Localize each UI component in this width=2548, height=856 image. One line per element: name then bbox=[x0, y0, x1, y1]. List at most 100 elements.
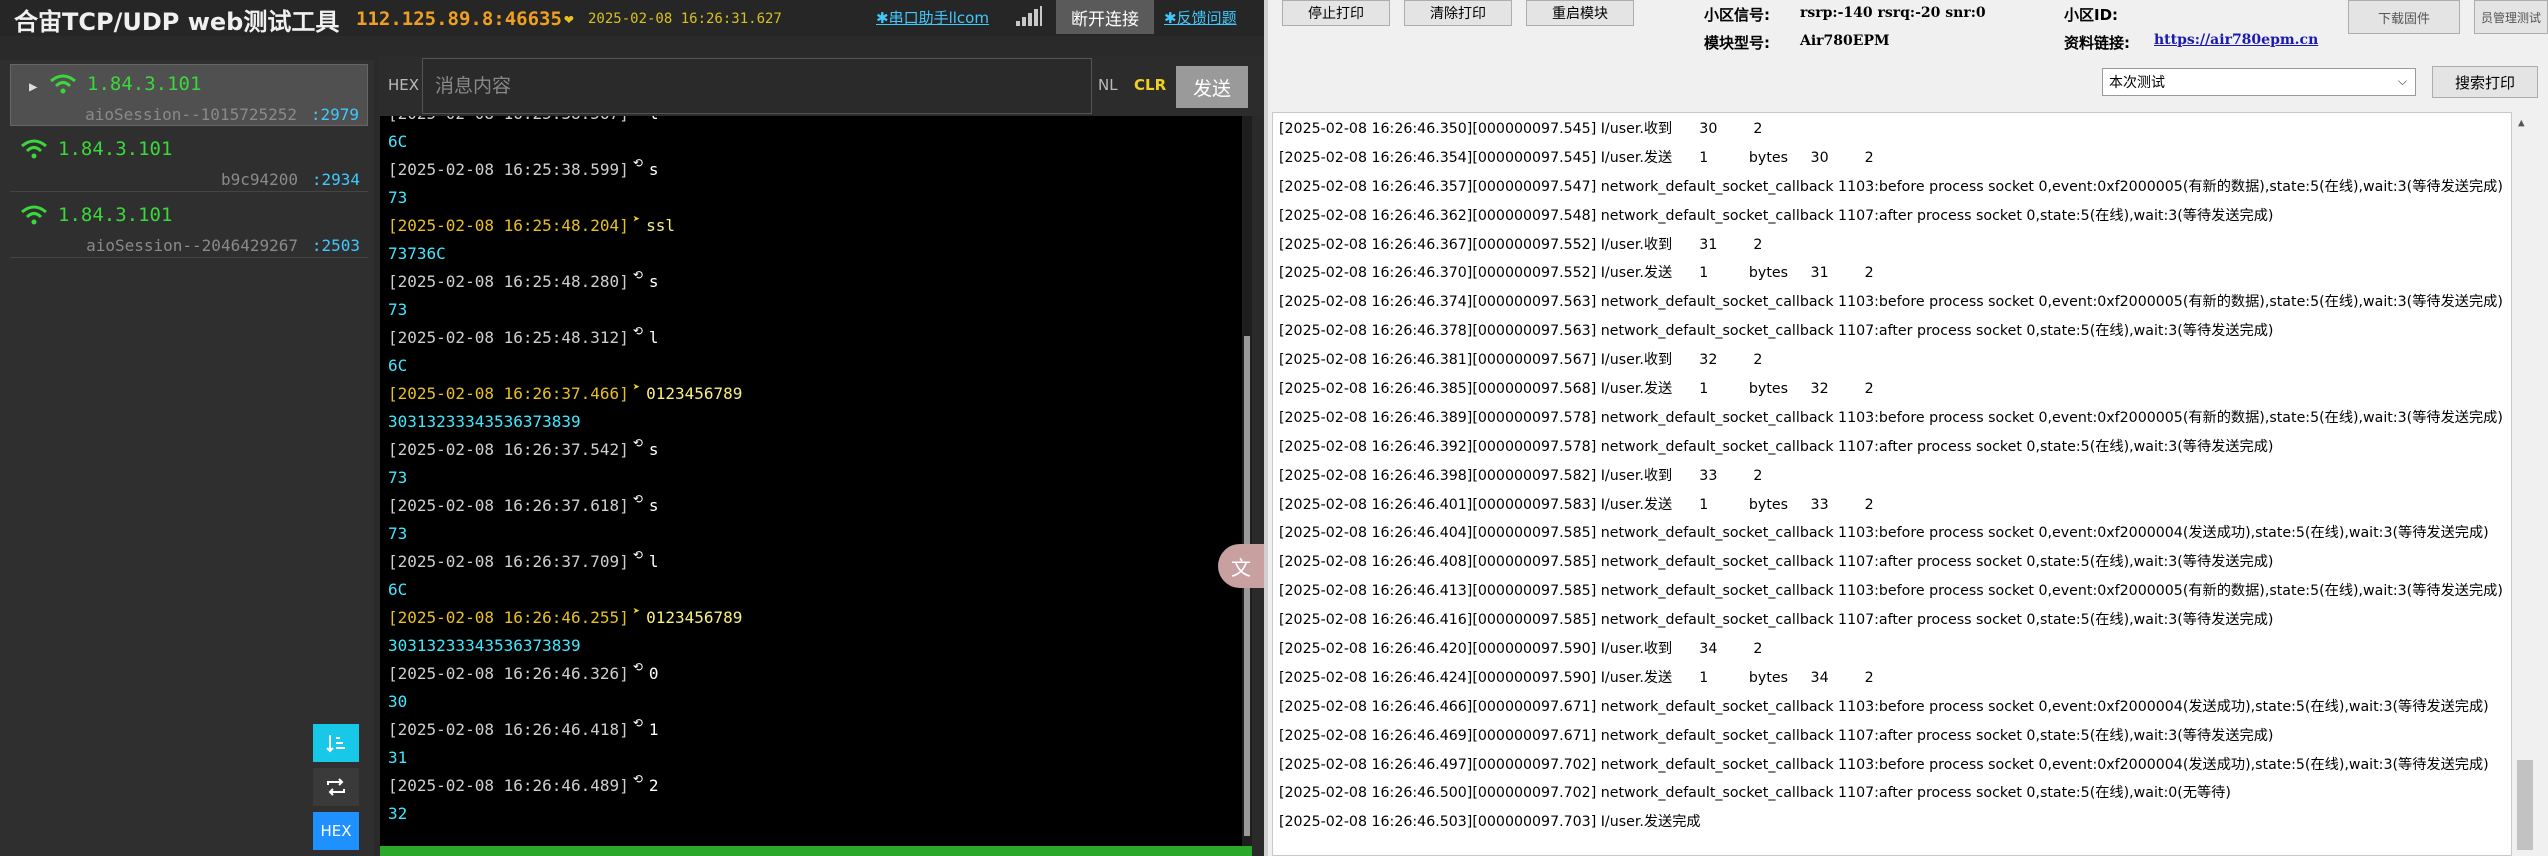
log-line: [2025-02-08 16:26:46.354][000000097.545]… bbox=[1279, 149, 1874, 166]
log-line: [2025-02-08 16:26:46.469][000000097.671]… bbox=[1279, 727, 2274, 744]
log-scrollbar[interactable] bbox=[2514, 112, 2536, 856]
wifi-icon bbox=[21, 139, 47, 159]
terminal-hex-line: 30313233343536373839 bbox=[388, 636, 581, 655]
terminal-message: l bbox=[649, 116, 659, 123]
send-button[interactable]: 发送 bbox=[1176, 66, 1248, 108]
log-line: [2025-02-08 16:26:46.500][000000097.702]… bbox=[1279, 785, 2231, 802]
cell-id-label: 小区ID: bbox=[2064, 6, 2119, 24]
tcp-tool-panel: 合宙TCP/UDP web测试工具 112.125.89.8:46635 ❤ 2… bbox=[0, 0, 1264, 856]
terminal-message: 2 bbox=[648, 776, 659, 795]
stop-print-button[interactable]: 停止打印 bbox=[1282, 0, 1390, 26]
session-ip: 1.84.3.101 bbox=[58, 204, 173, 226]
terminal-hex-line: 73736C bbox=[388, 244, 446, 263]
clear-toggle[interactable]: CLR bbox=[1134, 76, 1166, 94]
log-line: [2025-02-08 16:26:46.503][000000097.703]… bbox=[1279, 814, 1701, 831]
session-id: aioSession--1015725252 bbox=[85, 105, 297, 124]
log-line: [2025-02-08 16:26:46.385][000000097.568]… bbox=[1279, 381, 1874, 398]
terminal-output: [2025-02-08 16:25:38.567]⟲l6C[2025-02-08… bbox=[380, 116, 1252, 850]
receive-arrow-icon: ⟲ bbox=[632, 156, 643, 170]
log-line: [2025-02-08 16:26:46.413][000000097.585]… bbox=[1279, 583, 2503, 600]
terminal-timestamp: [2025-02-08 16:25:48.312] bbox=[388, 328, 629, 347]
cell-signal-label: 小区信号: bbox=[1704, 6, 1770, 24]
receive-arrow-icon: ⟲ bbox=[632, 772, 643, 786]
loop-button[interactable] bbox=[313, 768, 359, 806]
log-line: [2025-02-08 16:26:46.367][000000097.552]… bbox=[1279, 236, 1763, 253]
wifi-icon bbox=[21, 205, 47, 225]
disconnect-button[interactable]: 断开连接 bbox=[1056, 0, 1154, 34]
message-input[interactable] bbox=[422, 58, 1092, 114]
log-scroll-thumb[interactable] bbox=[2517, 760, 2533, 850]
session-port: :2979 bbox=[310, 105, 359, 124]
firmware-management-button[interactable]: 员管理测试 bbox=[2474, 0, 2548, 34]
app-title: 合宙TCP/UDP web测试工具 bbox=[14, 8, 340, 36]
receive-arrow-icon: ⟲ bbox=[632, 324, 643, 338]
receive-arrow-icon: ⟲ bbox=[632, 436, 643, 450]
terminal-timestamp: [2025-02-08 16:26:37.466] bbox=[388, 384, 629, 403]
log-line: [2025-02-08 16:26:46.370][000000097.552]… bbox=[1279, 265, 1874, 282]
module-model-label: 模块型号: bbox=[1704, 34, 1770, 52]
log-line: [2025-02-08 16:26:46.350][000000097.545]… bbox=[1279, 121, 1763, 137]
restart-module-button[interactable]: 重启模块 bbox=[1526, 0, 1634, 26]
terminal-hex-line: 6C bbox=[388, 356, 408, 375]
terminal-hex-line: 31 bbox=[388, 748, 408, 767]
serial-assistant-link[interactable]: ✱串口助手llcom bbox=[876, 7, 989, 28]
log-line: [2025-02-08 16:26:46.420][000000097.590]… bbox=[1279, 641, 1763, 658]
session-item[interactable]: 1.84.3.101 aioSession--2046429267 :2503 bbox=[10, 196, 368, 258]
app-root: 合宙TCP/UDP web测试工具 112.125.89.8:46635 ❤ 2… bbox=[0, 0, 2548, 856]
search-print-button[interactable]: 搜索打印 bbox=[2432, 66, 2538, 98]
terminal-timestamp: [2025-02-08 16:26:46.326] bbox=[388, 664, 629, 683]
log-line: [2025-02-08 16:26:46.357][000000097.547]… bbox=[1279, 178, 2503, 195]
log-line: [2025-02-08 16:26:46.497][000000097.702]… bbox=[1279, 756, 2489, 773]
session-list: ▶ 1.84.3.101 aioSession--1015725252 :297… bbox=[0, 60, 374, 856]
terminal-line: [2025-02-08 16:26:46.418] ⟲ 1 bbox=[380, 716, 1252, 744]
session-id: aioSession--2046429267 bbox=[86, 236, 298, 255]
newline-toggle[interactable]: NL bbox=[1098, 76, 1118, 94]
doc-link-label: 资料链接: bbox=[2064, 34, 2130, 52]
receive-arrow-icon: ⟲ bbox=[632, 492, 643, 506]
print-filter-select[interactable]: 本次测试 ⌵ bbox=[2102, 68, 2416, 96]
terminal-timestamp: [2025-02-08 16:26:46.255] bbox=[388, 608, 629, 627]
clear-print-button[interactable]: 清除打印 bbox=[1404, 0, 1512, 26]
terminal-timestamp: [2025-02-08 16:26:37.542] bbox=[388, 440, 629, 459]
terminal-line: [2025-02-08 16:25:38.599] ⟲ s bbox=[380, 156, 1252, 184]
terminal-line: [2025-02-08 16:26:46.326] ⟲ 0 bbox=[380, 660, 1252, 688]
terminal-timestamp: [2025-02-08 16:26:46.418] bbox=[388, 720, 629, 739]
wifi-icon bbox=[50, 74, 76, 94]
hex-toggle-button[interactable]: HEX bbox=[313, 812, 359, 850]
session-item[interactable]: 1.84.3.101 b9c94200 :2934 bbox=[10, 130, 368, 192]
expand-arrow-icon[interactable]: ▶ bbox=[29, 79, 37, 95]
terminal-message: s bbox=[648, 272, 659, 291]
feedback-link[interactable]: ✱反馈问题 bbox=[1164, 7, 1237, 28]
terminal-hex-line: 30 bbox=[388, 692, 408, 711]
hex-send-toggle[interactable]: HEX bbox=[388, 76, 419, 94]
terminal-line: [2025-02-08 16:26:46.489] ⟲ 2 bbox=[380, 772, 1252, 800]
scroll-up-icon[interactable]: ▲ bbox=[2518, 116, 2525, 129]
receive-arrow-icon: ⟲ bbox=[632, 548, 643, 562]
sort-button[interactable] bbox=[313, 724, 359, 762]
terminal-line: [2025-02-08 16:25:48.280] ⟲ s bbox=[380, 268, 1252, 296]
terminal-message: 0123456789 bbox=[646, 608, 743, 627]
terminal-line: [2025-02-08 16:26:37.466] ➤ 0123456789 bbox=[380, 380, 1252, 408]
doc-link[interactable]: https://air780epm.cn bbox=[2154, 32, 2318, 48]
input-bar: HEX NL CLR 发送 bbox=[378, 56, 1264, 116]
terminal-message: 1 bbox=[648, 720, 659, 739]
terminal-timestamp: [2025-02-08 16:25:48.204] bbox=[388, 216, 629, 235]
signal-strength-icon bbox=[1016, 6, 1042, 26]
terminal-hex-line: 32 bbox=[388, 804, 408, 823]
chevron-down-icon: ⌵ bbox=[2397, 74, 2407, 88]
top-bar: 合宙TCP/UDP web测试工具 112.125.89.8:46635 ❤ 2… bbox=[0, 0, 1264, 36]
translate-icon[interactable]: 文 bbox=[1218, 544, 1264, 588]
log-line: [2025-02-08 16:26:46.392][000000097.578]… bbox=[1279, 438, 2274, 455]
session-port: :2934 bbox=[311, 170, 360, 189]
session-item[interactable]: ▶ 1.84.3.101 aioSession--1015725252 :297… bbox=[10, 64, 368, 126]
receive-arrow-icon: ⟲ bbox=[632, 660, 643, 674]
horizontal-scrollbar[interactable] bbox=[380, 846, 1252, 856]
sort-icon bbox=[326, 735, 345, 753]
download-firmware-button[interactable]: 下载固件 bbox=[2348, 0, 2460, 34]
terminal-timestamp: [2025-02-08 16:26:46.489] bbox=[388, 776, 629, 795]
terminal-message: ssl bbox=[646, 216, 675, 235]
terminal-hex-line: 30313233343536373839 bbox=[388, 412, 581, 431]
terminal-hex-line: 73 bbox=[388, 188, 408, 207]
send-arrow-icon: ➤ bbox=[632, 212, 641, 226]
log-line: [2025-02-08 16:26:46.424][000000097.590]… bbox=[1279, 669, 1874, 686]
